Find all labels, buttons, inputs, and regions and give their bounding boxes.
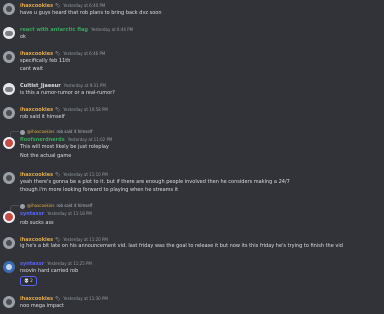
message-header: ihaxcookies 🏷 Yesterday at 10:58 PM — [20, 106, 108, 114]
timestamp: Yesterday at 11:20 PM — [63, 237, 108, 242]
reply-avatar — [20, 203, 25, 209]
message-text: is this a rumor-rumor or a real-rumor? — [20, 90, 115, 96]
message-text: Not the actual game — [20, 153, 72, 159]
author-name[interactable]: react with antarctic flag — [20, 27, 88, 33]
timestamp: Yesterday at 11:30 PM — [63, 296, 108, 301]
author-name[interactable]: floofsnerdnerds — [20, 137, 65, 143]
reply-connector — [10, 205, 19, 211]
avatar[interactable] — [3, 107, 15, 119]
message-header: Cultist_Jjaeeur Yesterday at 9:31 PM — [20, 82, 106, 90]
avatar[interactable] — [3, 27, 15, 39]
message-text: specifically feb 11th — [20, 58, 71, 64]
avatar[interactable] — [3, 172, 15, 184]
timestamp: Yesterday at 6:44 PM — [90, 27, 134, 32]
badge-icon: 🏷 — [55, 237, 61, 242]
message-text: ig he's a bit late on his announcement v… — [20, 243, 343, 249]
reply-preview[interactable]: @ihaxcookies rob said it himself — [10, 202, 93, 211]
message-header: floofsnerdnerds Yesterday at 11:02 PM — [20, 136, 112, 144]
author-name[interactable]: Cultist_Jjaeeur — [20, 83, 61, 89]
avatar[interactable] — [3, 261, 15, 273]
message-text: noo mega impact — [20, 303, 64, 309]
avatar[interactable] — [3, 296, 15, 308]
timestamp: Yesterday at 11:02 PM — [67, 137, 113, 142]
reply-text: rob said it himself — [56, 129, 93, 134]
timestamp: Yesterday at 11:18 PM — [47, 211, 92, 216]
reply-author[interactable]: @ihaxcookies — [27, 129, 54, 134]
author-name[interactable]: ihaxcookies — [20, 172, 53, 178]
timestamp: Yesterday at 11:25 PM — [47, 261, 92, 266]
message-text: nsovin hard carried rob — [20, 268, 79, 274]
message-text: This will most likely be just roleplay — [20, 144, 109, 150]
badge-icon: 🏷 — [55, 51, 61, 56]
reply-connector — [10, 131, 19, 137]
message-text: cant wait — [20, 66, 44, 72]
author-name[interactable]: ihaxcookies — [20, 296, 53, 302]
timestamp: Yesterday at 6:46 PM — [63, 51, 106, 56]
message-header: react with antarctic flag Yesterday at 6:… — [20, 26, 133, 34]
avatar[interactable] — [3, 3, 15, 15]
timestamp: Yesterday at 10:58 PM — [63, 107, 108, 112]
avatar[interactable] — [3, 137, 15, 149]
chat-messages: ihaxcookies 🏷 Yesterday at 6:40 PM have u … — [0, 0, 384, 314]
message-header: ihaxcookies 🏷 Yesterday at 6:40 PM — [20, 2, 105, 10]
reply-preview[interactable]: @ihaxcookies rob said it himself — [10, 128, 93, 137]
badge-icon: 🏷 — [55, 3, 61, 8]
badge-icon: 🏷 — [55, 107, 61, 112]
author-name[interactable]: ihaxcookies — [20, 3, 53, 9]
message-header: syntaxsr Yesterday at 11:25 PM — [20, 260, 92, 268]
reaction-count: 2 — [30, 278, 33, 283]
skull-icon: 💀 — [24, 278, 29, 283]
message-text: rob sucks ass — [20, 220, 54, 226]
message-header: ihaxcookies 🏷 Yesterday at 11:10 PM — [20, 171, 108, 179]
message-text: rob said it himself — [20, 114, 65, 120]
author-name[interactable]: ihaxcookies — [20, 51, 53, 57]
avatar[interactable] — [3, 211, 15, 223]
message-header: syntaxsr Yesterday at 11:18 PM — [20, 210, 92, 218]
avatar[interactable] — [3, 83, 15, 95]
reply-author[interactable]: @ihaxcookies — [27, 203, 54, 208]
avatar[interactable] — [3, 237, 15, 249]
message-text: ok — [20, 34, 26, 40]
author-name[interactable]: syntaxsr — [20, 261, 44, 267]
badge-icon: 🏷 — [55, 296, 61, 301]
timestamp: Yesterday at 11:10 PM — [63, 172, 108, 177]
timestamp: Yesterday at 9:31 PM — [63, 83, 106, 88]
author-name[interactable]: syntaxsr — [20, 211, 44, 217]
badge-icon: 🏷 — [55, 172, 61, 177]
message-header: ihaxcookies 🏷 Yesterday at 11:30 PM — [20, 295, 108, 303]
message-header: ihaxcookies 🏷 Yesterday at 6:46 PM — [20, 50, 105, 58]
reply-text: rob said it himself — [56, 203, 93, 208]
message-text: have u guys heard that rob plans to brin… — [20, 10, 162, 16]
avatar[interactable] — [3, 51, 15, 63]
timestamp: Yesterday at 6:40 PM — [63, 3, 106, 8]
reply-avatar — [20, 129, 25, 135]
message-text: yeah there's gonna be a plot to it. but … — [20, 179, 290, 185]
author-name[interactable]: ihaxcookies — [20, 107, 53, 113]
message-text: though i'm more looking forward to playi… — [20, 187, 179, 193]
reaction-button[interactable]: 💀 2 — [20, 276, 37, 286]
